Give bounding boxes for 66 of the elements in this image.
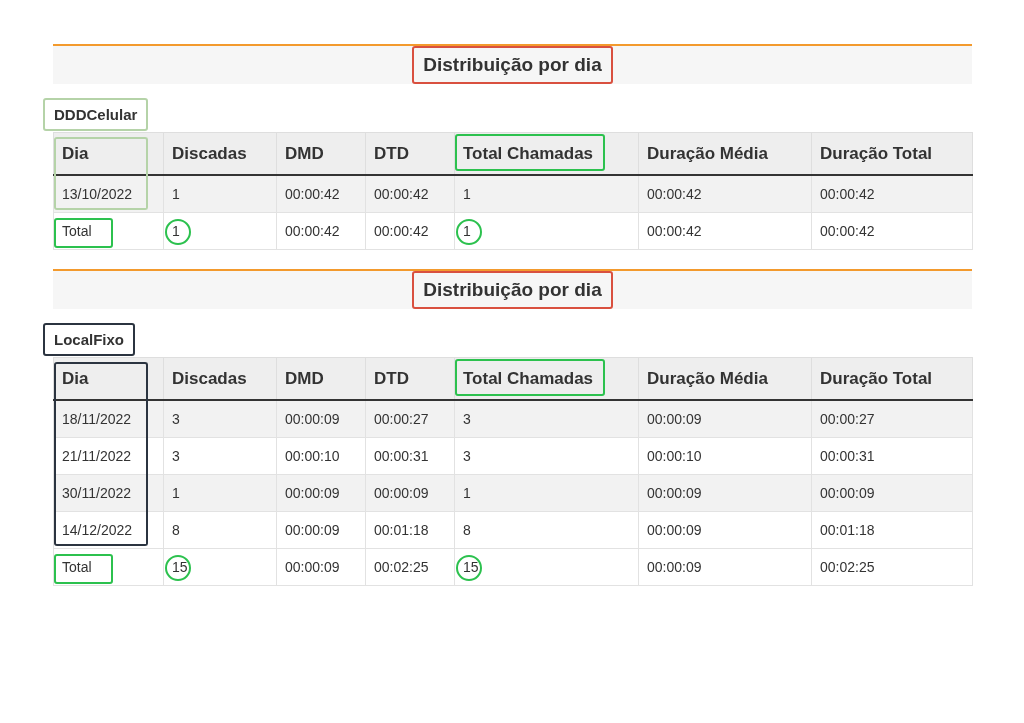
table-cell: 00:00:09: [638, 400, 812, 438]
table-cell: 00:00:31: [811, 437, 973, 475]
total-cell: 00:00:42: [811, 212, 973, 250]
column-header: Discadas: [163, 357, 277, 400]
table-cell: 30/11/2022: [53, 474, 164, 512]
table-cell: 00:01:18: [811, 511, 973, 549]
total-cell: 00:00:42: [276, 212, 366, 250]
total-cell: 1: [454, 212, 639, 250]
table-cell: 00:00:27: [365, 400, 455, 438]
table-cell: 00:00:10: [638, 437, 812, 475]
table-cell: 00:00:42: [365, 175, 455, 213]
table-cell: 1: [454, 175, 639, 213]
table-cell: 00:00:09: [638, 511, 812, 549]
table-cell: 1: [163, 474, 277, 512]
column-header: Dia: [53, 132, 164, 175]
total-cell: 15: [163, 548, 277, 586]
total-cell: 15: [454, 548, 639, 586]
total-cell: 00:02:25: [365, 548, 455, 586]
table-cell: 14/12/2022: [53, 511, 164, 549]
table-cell: 8: [163, 511, 277, 549]
group-label: LocalFixo: [43, 323, 135, 356]
column-header: Duração Média: [638, 132, 812, 175]
column-header: Total Chamadas: [454, 357, 639, 400]
table-cell: 1: [163, 175, 277, 213]
table-cell: 00:00:10: [276, 437, 366, 475]
total-cell: 00:00:42: [638, 212, 812, 250]
column-header: DMD: [276, 132, 366, 175]
table-cell: 00:00:42: [811, 175, 973, 213]
column-header: Discadas: [163, 132, 277, 175]
section-title: Distribuição por dia: [412, 46, 613, 84]
column-header: Dia: [53, 357, 164, 400]
table-cell: 00:00:09: [276, 400, 366, 438]
table-cell: 1: [454, 474, 639, 512]
total-cell: 1: [163, 212, 277, 250]
table-cell: 18/11/2022: [53, 400, 164, 438]
table-cell: 8: [454, 511, 639, 549]
group-label: DDDCelular: [43, 98, 149, 131]
table-cell: 00:00:09: [365, 474, 455, 512]
table-cell: 3: [163, 437, 277, 475]
table-cell: 00:00:09: [276, 474, 366, 512]
table-cell: 00:00:31: [365, 437, 455, 475]
column-header: DTD: [365, 132, 455, 175]
table-cell: 00:00:42: [276, 175, 366, 213]
section-title: Distribuição por dia: [412, 271, 613, 309]
table-cell: 3: [454, 437, 639, 475]
column-header: Duração Total: [811, 357, 973, 400]
table-cell: 13/10/2022: [53, 175, 164, 213]
total-cell: 00:00:09: [276, 548, 366, 586]
total-cell: 00:00:09: [638, 548, 812, 586]
table-cell: 00:00:09: [276, 511, 366, 549]
column-header: DMD: [276, 357, 366, 400]
table-cell: 00:00:09: [811, 474, 973, 512]
column-header: Total Chamadas: [454, 132, 639, 175]
table-cell: 00:00:09: [638, 474, 812, 512]
total-cell: Total: [53, 212, 164, 250]
column-header: Duração Total: [811, 132, 973, 175]
table-cell: 00:01:18: [365, 511, 455, 549]
column-header: DTD: [365, 357, 455, 400]
total-cell: 00:02:25: [811, 548, 973, 586]
total-cell: 00:00:42: [365, 212, 455, 250]
table-cell: 00:00:42: [638, 175, 812, 213]
table-cell: 3: [163, 400, 277, 438]
table-cell: 3: [454, 400, 639, 438]
column-header: Duração Média: [638, 357, 812, 400]
total-cell: Total: [53, 548, 164, 586]
table-cell: 00:00:27: [811, 400, 973, 438]
